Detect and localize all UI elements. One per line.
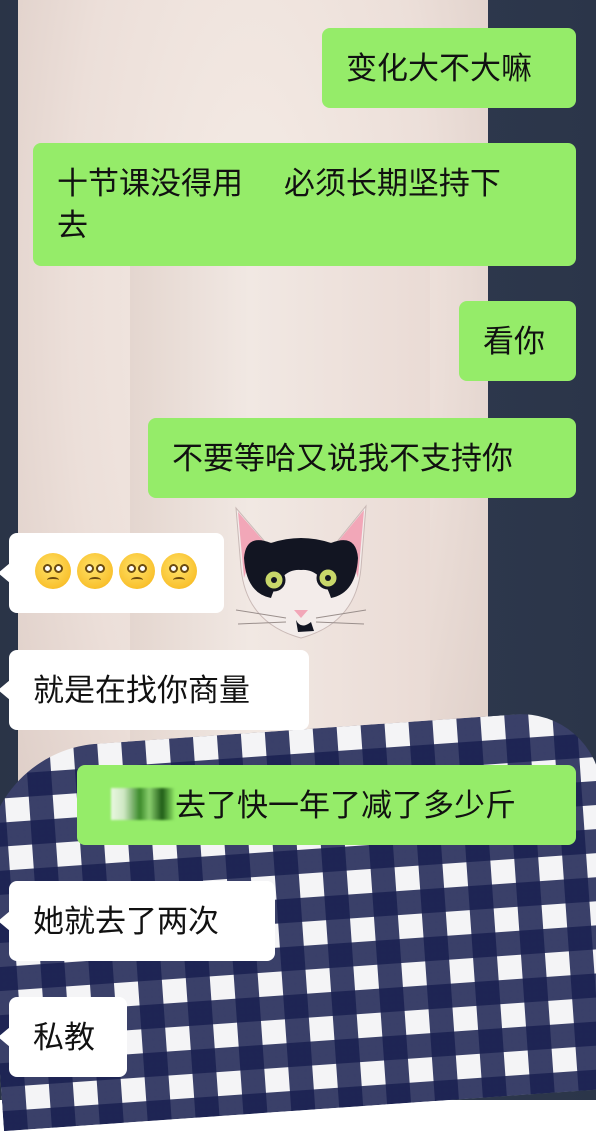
message-text: 去了快一年了减了多少斤 — [175, 788, 516, 824]
message-text-line: 去 — [57, 208, 88, 244]
cat-tattoo-image — [235, 504, 367, 639]
message-bubble-outgoing[interactable]: 看你 — [459, 301, 576, 381]
message-bubble-incoming[interactable] — [0, 533, 224, 613]
message-text: 变化大不大嘛 — [346, 51, 532, 87]
message-text-line: 十节课没得用 必须长期坚持下 — [57, 166, 501, 202]
pleading-face-icon — [35, 553, 71, 589]
message-bubble-outgoing[interactable]: 变化大不大嘛 — [322, 28, 576, 108]
message-text: 私教 — [33, 1020, 95, 1056]
message-bubble-outgoing[interactable]: 十节课没得用 必须长期坚持下 去 — [33, 143, 576, 266]
message-bubble-incoming[interactable]: 私教 — [0, 997, 127, 1077]
message-bubble-incoming[interactable]: 就是在找你商量 — [0, 650, 309, 730]
message-bubble-incoming[interactable]: 她就去了两次 — [0, 881, 275, 961]
emoji-row — [35, 553, 198, 589]
message-text: 看你 — [483, 324, 545, 360]
message-bubble-outgoing[interactable]: 去了快一年了减了多少斤 — [77, 765, 576, 845]
message-text: 她就去了两次 — [33, 904, 219, 940]
message-text: 就是在找你商量 — [33, 673, 250, 709]
pleading-face-icon — [119, 553, 155, 589]
message-bubble-outgoing[interactable]: 不要等哈又说我不支持你 — [148, 418, 576, 498]
pleading-face-icon — [77, 553, 113, 589]
message-text: 不要等哈又说我不支持你 — [172, 441, 513, 477]
pleading-face-icon — [161, 553, 197, 589]
redacted-name-mosaic — [111, 788, 175, 820]
